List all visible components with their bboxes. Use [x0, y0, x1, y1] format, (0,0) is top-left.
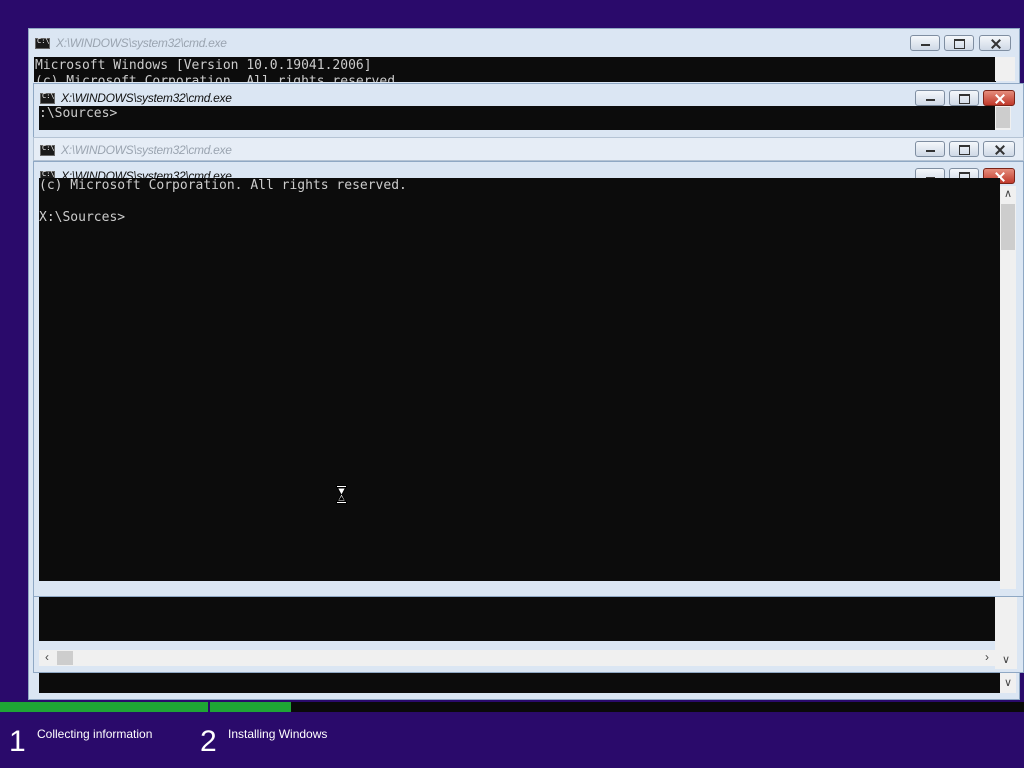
minimize-icon	[916, 91, 944, 105]
maximize-button[interactable]	[944, 35, 974, 51]
step2-progress	[210, 702, 1024, 712]
console-lower	[39, 597, 995, 641]
console-output[interactable]: :\Sources>	[39, 106, 995, 130]
cmd-window-3[interactable]: X:\WINDOWS\system32\cmd.exe	[33, 137, 1024, 161]
vertical-scrollbar[interactable]: ∧	[1000, 186, 1016, 589]
scroll-left-icon[interactable]: ‹	[39, 650, 55, 666]
scroll-down-icon[interactable]: ∨	[1000, 675, 1016, 691]
minimize-icon	[911, 36, 939, 50]
cmd-icon	[40, 92, 55, 104]
maximize-button[interactable]	[949, 90, 979, 106]
close-icon	[980, 36, 1010, 50]
vertical-scrollbar[interactable]	[995, 106, 1011, 130]
step-label: Collecting information	[37, 727, 153, 741]
step1-progress-fill	[0, 702, 208, 712]
scroll-thumb[interactable]	[1001, 204, 1015, 250]
console-output[interactable]: (c) Microsoft Corporation. All rights re…	[39, 178, 1000, 581]
window-title: X:\WINDOWS\system32\cmd.exe	[56, 36, 227, 50]
maximize-icon	[950, 91, 978, 105]
scroll-thumb[interactable]	[996, 107, 1010, 128]
cmd-window-4[interactable]: X:\WINDOWS\system32\cmd.exe (c) Microsof…	[33, 161, 1024, 597]
console-output[interactable]: Microsoft Windows [Version 10.0.19041.20…	[34, 57, 996, 82]
vertical-scrollbar[interactable]	[995, 57, 1015, 81]
close-button[interactable]	[983, 90, 1015, 106]
console-line: Microsoft Windows [Version 10.0.19041.20…	[35, 58, 372, 73]
step-number: 2	[200, 725, 217, 758]
maximize-icon	[945, 36, 973, 50]
window-title: X:\WINDOWS\system32\cmd.exe	[61, 91, 232, 105]
console-line: X:\Sources>	[39, 210, 126, 225]
console-line: (c) Microsoft Corporation. All rights re…	[35, 74, 403, 82]
maximize-icon	[950, 142, 978, 156]
minimize-button[interactable]	[915, 141, 945, 157]
scroll-down-icon[interactable]: ∨	[995, 652, 1017, 668]
horizontal-scrollbar[interactable]: ‹ ›	[39, 650, 995, 666]
vertical-scrollbar[interactable]: ∨	[995, 597, 1017, 669]
scroll-up-icon[interactable]: ∧	[1000, 186, 1016, 202]
minimize-icon	[916, 142, 944, 156]
minimize-button[interactable]	[915, 90, 945, 106]
minimize-button[interactable]	[910, 35, 940, 51]
step1-progress	[0, 702, 208, 712]
cmd-icon	[40, 144, 55, 156]
hourglass-cursor-icon	[336, 485, 347, 504]
close-icon	[984, 91, 1014, 105]
titlebar[interactable]: X:\WINDOWS\system32\cmd.exe	[29, 29, 1019, 57]
setup-progress-bar: 1 Collecting information 2 Installing Wi…	[0, 700, 1024, 768]
scroll-thumb[interactable]	[57, 651, 73, 665]
maximize-button[interactable]	[949, 141, 979, 157]
close-icon	[984, 142, 1014, 156]
close-button[interactable]	[979, 35, 1011, 51]
close-button[interactable]	[983, 141, 1015, 157]
cmd-icon	[35, 37, 50, 49]
step2-progress-fill	[210, 702, 292, 712]
window-title: X:\WINDOWS\system32\cmd.exe	[61, 143, 232, 157]
step-label: Installing Windows	[228, 727, 328, 741]
console-line: :\Sources>	[39, 106, 118, 121]
console-bottom	[39, 673, 1000, 693]
step-number: 1	[9, 725, 26, 758]
scroll-right-icon[interactable]: ›	[979, 650, 995, 666]
console-line: (c) Microsoft Corporation. All rights re…	[39, 178, 407, 193]
vertical-scrollbar[interactable]: ∨	[1000, 673, 1016, 693]
